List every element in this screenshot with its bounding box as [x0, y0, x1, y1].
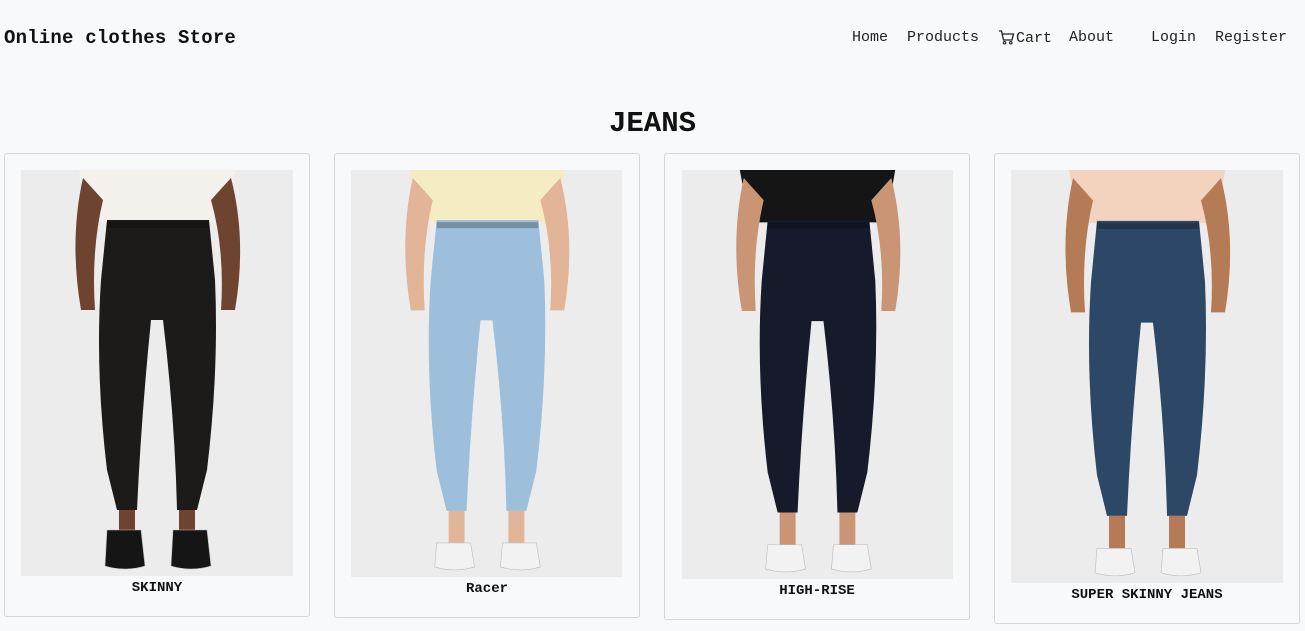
product-image [1011, 170, 1283, 583]
model-illustration [1011, 170, 1283, 583]
nav-products-link[interactable]: Products [907, 29, 979, 47]
product-card[interactable]: SUPER SKINNY JEANS [994, 153, 1300, 624]
product-card[interactable]: HIGH-RISE [664, 153, 970, 620]
cart-icon [998, 29, 1015, 51]
nav-home-link[interactable]: Home [852, 29, 888, 47]
product-name: Racer [465, 581, 508, 597]
brand-logo[interactable]: Online clothes Store [4, 26, 236, 50]
product-name: HIGH-RISE [779, 583, 855, 599]
product-name: SUPER SKINNY JEANS [1071, 587, 1223, 603]
product-name: SKINNY [131, 580, 183, 596]
page-title: JEANS [608, 107, 696, 140]
model-illustration [351, 170, 622, 577]
navbar: Online clothes Store Home Products Cart … [0, 0, 1305, 78]
model-illustration [21, 170, 293, 576]
nav-cart-label: Cart [1016, 30, 1053, 47]
product-image [682, 170, 953, 579]
product-card[interactable]: SKINNY [4, 153, 310, 617]
nav-about-link[interactable]: About [1069, 29, 1114, 47]
model-illustration [682, 170, 953, 579]
product-image [351, 170, 622, 577]
product-image [21, 170, 293, 576]
nav-login-link[interactable]: Login [1151, 29, 1196, 47]
product-card[interactable]: Racer [334, 153, 640, 618]
nav-register-link[interactable]: Register [1215, 29, 1287, 47]
nav-cart-link[interactable]: Cart [998, 29, 1052, 51]
